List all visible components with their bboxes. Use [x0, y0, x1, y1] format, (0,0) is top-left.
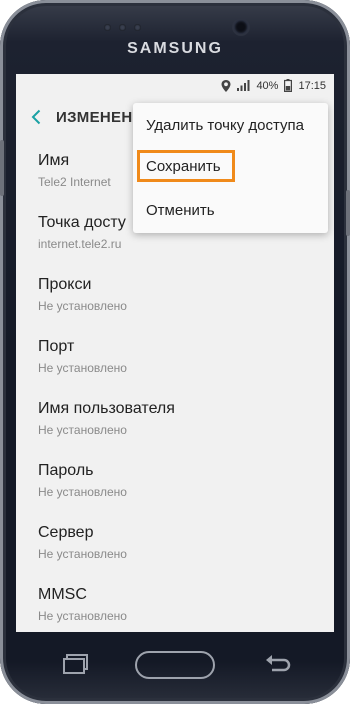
back-button[interactable] — [16, 97, 56, 137]
save-highlight-frame — [137, 150, 235, 182]
back-key-icon[interactable] — [264, 654, 292, 674]
setting-label: Пароль — [38, 462, 94, 479]
setting-server[interactable]: Сервер Не установлено — [38, 517, 334, 579]
setting-password[interactable]: Пароль Не установлено — [38, 455, 334, 517]
front-camera — [234, 20, 248, 34]
setting-port[interactable]: Порт Не установлено — [38, 331, 334, 393]
setting-label: Сервер — [38, 524, 94, 541]
power-button — [346, 190, 350, 236]
chevron-left-icon — [31, 109, 41, 125]
setting-value: Не установлено — [38, 423, 127, 437]
menu-item-delete-apn[interactable]: Удалить точку доступа — [133, 105, 328, 145]
setting-value: Не установлено — [38, 609, 127, 623]
setting-mmsc[interactable]: MMSC Не установлено — [38, 579, 334, 632]
screen: 40% 17:15 ИЗМЕНЕН Имя Tele2 Internet Точ… — [16, 74, 334, 632]
brand-logo: SAMSUNG — [127, 40, 223, 57]
page-title: ИЗМЕНЕН — [56, 108, 133, 126]
volume-button — [0, 140, 4, 196]
clock: 17:15 — [298, 79, 326, 92]
setting-label: MMSC — [38, 586, 87, 603]
setting-label: Прокси — [38, 276, 92, 293]
battery-icon — [284, 79, 293, 92]
setting-value: Не установлено — [38, 547, 127, 561]
setting-value: Не установлено — [38, 485, 127, 499]
menu-item-cancel[interactable]: Отменить — [133, 190, 328, 230]
location-icon — [221, 79, 231, 92]
setting-value: internet.tele2.ru — [38, 237, 122, 251]
setting-value: Не установлено — [38, 361, 127, 375]
setting-username[interactable]: Имя пользователя Не установлено — [38, 393, 334, 455]
setting-value: Не установлено — [38, 299, 127, 313]
overflow-menu: Удалить точку доступа Сохранить Отменить — [133, 103, 328, 233]
hardware-keys — [0, 632, 350, 704]
battery-percent: 40% — [256, 79, 279, 92]
setting-label: Порт — [38, 338, 75, 355]
sensor-dots — [104, 24, 141, 31]
home-button[interactable] — [135, 651, 215, 679]
setting-proxy[interactable]: Прокси Не установлено — [38, 269, 334, 331]
recent-apps-icon[interactable] — [62, 653, 90, 675]
status-bar: 40% 17:15 — [16, 74, 334, 97]
phone-frame: SAMSUNG 40% 17:15 ИЗМЕНЕН Имя Tele2 Inte… — [0, 0, 350, 704]
signal-icon — [237, 80, 250, 91]
setting-label: Имя пользователя — [38, 400, 175, 417]
